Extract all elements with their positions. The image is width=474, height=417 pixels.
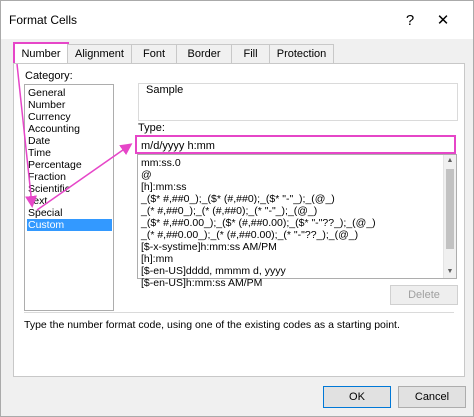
dialog-title: Format Cells — [9, 13, 78, 27]
sample-label: Sample — [144, 84, 186, 96]
category-item-custom[interactable]: Custom — [27, 219, 112, 231]
category-item-time[interactable]: Time — [27, 147, 112, 159]
format-item[interactable]: [h]:mm:ss — [141, 181, 187, 193]
scroll-thumb[interactable] — [446, 169, 454, 249]
tab-protection[interactable]: Protection — [269, 44, 334, 64]
divider — [24, 312, 454, 313]
scroll-up-arrow-icon[interactable]: ▲ — [444, 155, 456, 167]
category-list[interactable]: General Number Currency Accounting Date … — [24, 84, 114, 311]
scroll-down-arrow-icon[interactable]: ▼ — [444, 266, 456, 278]
type-label: Type: — [138, 122, 165, 134]
category-item-fraction[interactable]: Fraction — [27, 171, 112, 183]
format-list-scrollbar[interactable]: ▲ ▼ — [443, 155, 456, 278]
format-cells-dialog: Format Cells ? ✕ Number Alignment Font B… — [0, 0, 474, 417]
ok-button[interactable]: OK — [323, 386, 391, 408]
hint-text: Type the number format code, using one o… — [24, 319, 400, 331]
category-item-special[interactable]: Special — [27, 207, 112, 219]
sample-box — [138, 83, 458, 121]
close-button[interactable]: ✕ — [429, 9, 457, 33]
format-item[interactable]: _(* #,##0_);_(* (#,##0);_(* "-"_);_(@_) — [141, 205, 317, 217]
category-item-text[interactable]: Text — [27, 195, 112, 207]
format-item[interactable]: _($* #,##0_);_($* (#,##0);_($* "-"_);_(@… — [141, 193, 335, 205]
format-item[interactable]: mm:ss.0 — [141, 157, 181, 169]
cancel-button[interactable]: Cancel — [398, 386, 466, 408]
delete-button[interactable]: Delete — [390, 285, 458, 305]
format-item[interactable]: _($* #,##0.00_);_($* (#,##0.00);_($* "-"… — [141, 217, 376, 229]
format-item[interactable]: @ — [141, 169, 152, 181]
tab-font[interactable]: Font — [131, 44, 177, 64]
help-button[interactable]: ? — [396, 9, 424, 33]
category-item-scientific[interactable]: Scientific — [27, 183, 112, 195]
category-item-date[interactable]: Date — [27, 135, 112, 147]
category-item-number[interactable]: Number — [27, 99, 112, 111]
format-item[interactable]: [$-en-US]h:mm:ss AM/PM — [141, 277, 262, 289]
format-code-list[interactable]: mm:ss.0 @ [h]:mm:ss _($* #,##0_);_($* (#… — [137, 154, 457, 289]
category-item-accounting[interactable]: Accounting — [27, 123, 112, 135]
type-input[interactable]: m/d/yyyy h:mm — [135, 135, 456, 154]
format-item[interactable]: [$-x-systime]h:mm:ss AM/PM — [141, 241, 277, 253]
tab-fill[interactable]: Fill — [231, 44, 270, 64]
category-label: Category: — [25, 70, 73, 82]
title-bar: Format Cells ? ✕ — [1, 1, 473, 39]
format-item[interactable]: [h]:mm — [141, 253, 173, 265]
format-item[interactable]: [$-en-US]dddd, mmmm d, yyyy — [141, 265, 286, 277]
category-item-general[interactable]: General — [27, 87, 112, 99]
tab-border[interactable]: Border — [176, 44, 232, 64]
tab-alignment[interactable]: Alignment — [67, 44, 132, 64]
format-item[interactable]: _(* #,##0.00_);_(* (#,##0.00);_(* "-"??_… — [141, 229, 358, 241]
number-tab-panel: Category: General Number Currency Accoun… — [13, 63, 465, 377]
category-item-percentage[interactable]: Percentage — [27, 159, 112, 171]
category-item-currency[interactable]: Currency — [27, 111, 112, 123]
